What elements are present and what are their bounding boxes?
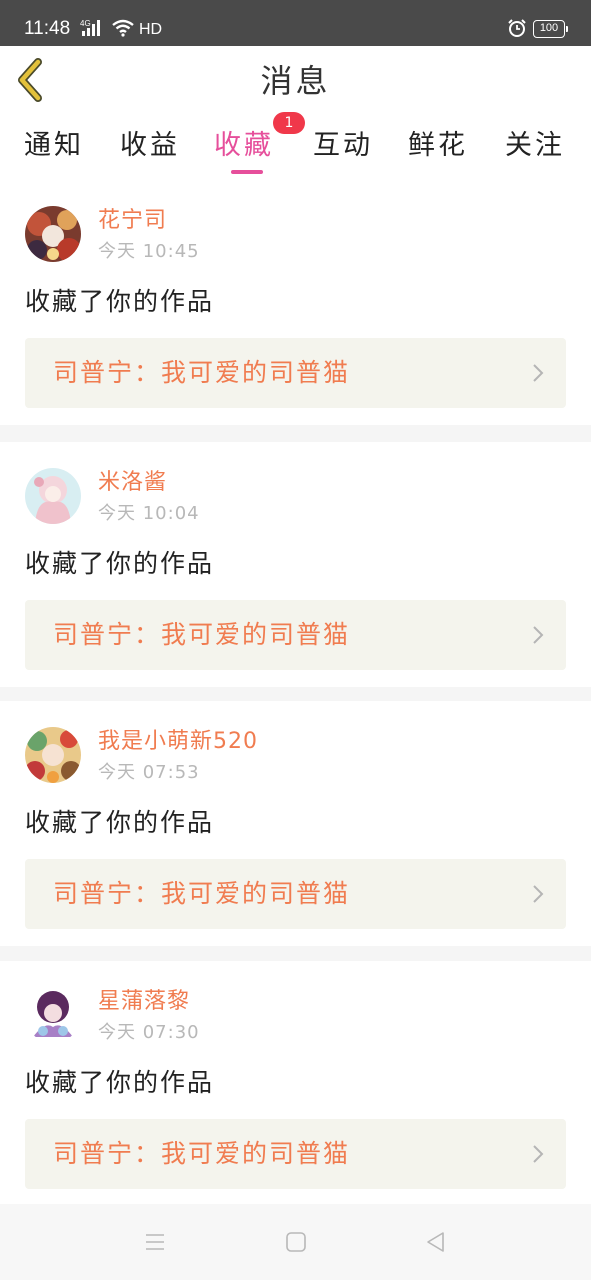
- wifi-icon: [112, 19, 134, 42]
- username[interactable]: 我是小萌新520: [98, 728, 258, 756]
- hd-indicator: HD: [139, 21, 163, 38]
- timestamp: 今天 07:30: [98, 1022, 200, 1043]
- tab-interactions[interactable]: 互动: [313, 126, 373, 166]
- message-item: 米洛酱 今天 10:04 收藏了你的作品 司普宁：我可爱的司普猫: [0, 442, 591, 687]
- chevron-right-icon: [532, 363, 544, 387]
- tab-flowers[interactable]: 鲜花: [408, 126, 468, 166]
- action-text: 收藏了你的作品: [25, 808, 215, 837]
- timestamp: 今天 10:45: [98, 241, 200, 262]
- favorites-badge: 1: [273, 112, 305, 134]
- network-type: 4G: [80, 19, 91, 28]
- divider: [0, 425, 591, 442]
- work-link[interactable]: 司普宁：我可爱的司普猫: [25, 1119, 566, 1189]
- status-bar: 11:48 4G HD 100: [0, 0, 591, 46]
- action-text: 收藏了你的作品: [25, 1068, 215, 1097]
- header: 消息: [0, 46, 591, 116]
- avatar[interactable]: [25, 206, 81, 262]
- tab-notifications[interactable]: 通知: [24, 126, 84, 166]
- alarm-icon: [507, 18, 527, 43]
- chevron-right-icon: [532, 884, 544, 908]
- avatar[interactable]: [25, 468, 81, 524]
- triangle-back-icon[interactable]: [424, 1230, 448, 1254]
- message-item: 我是小萌新520 今天 07:53 收藏了你的作品 司普宁：我可爱的司普猫: [0, 701, 591, 946]
- action-text: 收藏了你的作品: [25, 549, 215, 578]
- work-link[interactable]: 司普宁：我可爱的司普猫: [25, 338, 566, 408]
- work-link[interactable]: 司普宁：我可爱的司普猫: [25, 600, 566, 670]
- avatar[interactable]: [25, 987, 81, 1043]
- work-title: 司普宁：我可爱的司普猫: [53, 620, 351, 649]
- signal-icon: 4G: [80, 18, 106, 43]
- tab-earnings[interactable]: 收益: [120, 126, 180, 166]
- active-tab-indicator: [231, 170, 263, 174]
- tab-following[interactable]: 关注: [505, 126, 565, 166]
- message-item: 星蒲落黎 今天 07:30 收藏了你的作品 司普宁：我可爱的司普猫: [0, 961, 591, 1206]
- menu-icon[interactable]: [143, 1230, 167, 1254]
- chevron-right-icon: [532, 1144, 544, 1168]
- page-title: 消息: [260, 62, 331, 100]
- status-time: 11:48: [24, 18, 71, 39]
- username[interactable]: 星蒲落黎: [98, 988, 190, 1016]
- username[interactable]: 米洛酱: [98, 469, 167, 497]
- battery-indicator: 100: [533, 20, 568, 38]
- username[interactable]: 花宁司: [98, 207, 167, 235]
- work-title: 司普宁：我可爱的司普猫: [53, 879, 351, 908]
- message-item: 花宁司 今天 10:45 收藏了你的作品 司普宁：我可爱的司普猫: [0, 180, 591, 425]
- timestamp: 今天 10:04: [98, 503, 200, 524]
- tab-bar: 通知 收益 收藏 1 互动 鲜花 关注: [0, 112, 591, 180]
- home-square-icon[interactable]: [284, 1230, 308, 1254]
- avatar[interactable]: [25, 727, 81, 783]
- tab-favorites[interactable]: 收藏: [214, 126, 274, 166]
- work-title: 司普宁：我可爱的司普猫: [53, 358, 351, 387]
- action-text: 收藏了你的作品: [25, 287, 215, 316]
- work-link[interactable]: 司普宁：我可爱的司普猫: [25, 859, 566, 929]
- system-nav-bar: [0, 1204, 591, 1280]
- chevron-right-icon: [532, 625, 544, 649]
- timestamp: 今天 07:53: [98, 762, 200, 783]
- work-title: 司普宁：我可爱的司普猫: [53, 1139, 351, 1168]
